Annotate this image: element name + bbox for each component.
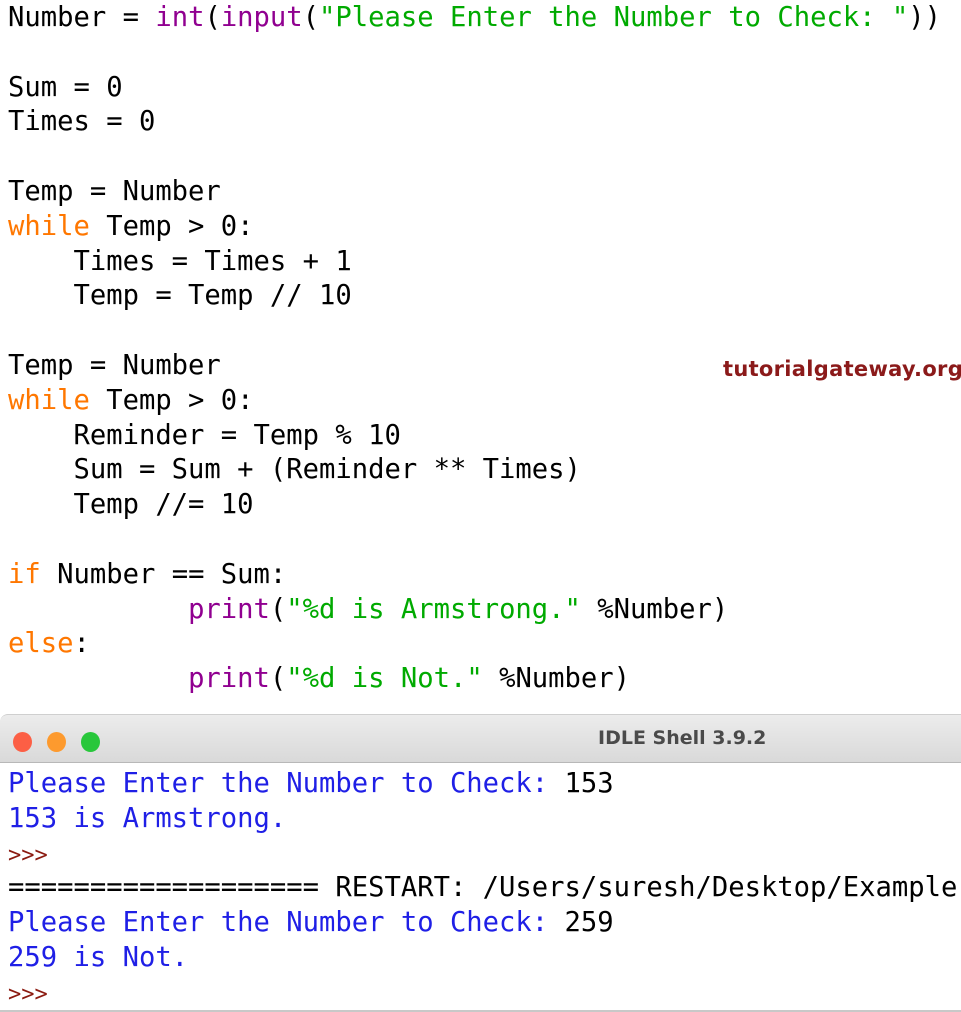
token: )) — [908, 2, 941, 33]
token: : — [73, 628, 89, 659]
token: "Please Enter the Number to Check: " — [319, 2, 908, 33]
token — [8, 594, 188, 625]
token: %Number) — [581, 594, 728, 625]
code-line: if Number == Sum: — [8, 558, 941, 593]
token: while — [8, 211, 90, 242]
token: ( — [204, 2, 220, 33]
code-line — [8, 36, 941, 71]
token: 259 — [565, 907, 614, 938]
token: Times = Times + 1 — [8, 246, 352, 277]
code-line: Temp //= 10 — [8, 488, 941, 523]
code-line: Temp = Temp // 10 — [8, 279, 941, 314]
code-line: Sum = 0 — [8, 71, 941, 106]
token: Number = — [8, 2, 155, 33]
shell-line: Please Enter the Number to Check: 259 — [8, 905, 957, 940]
code-line: while Temp > 0: — [8, 384, 941, 419]
token: 153 is Armstrong. — [8, 803, 286, 834]
title-bar[interactable]: IDLE Shell 3.9.2 — [0, 714, 961, 763]
token: 259 is Not. — [8, 942, 188, 973]
token: Please Enter the Number to Check: — [8, 907, 565, 938]
zoom-window-button[interactable] — [81, 732, 100, 752]
shell-line: >>> — [8, 836, 957, 871]
token: "%d is Armstrong." — [286, 594, 581, 625]
token: Temp //= 10 — [8, 489, 254, 520]
token: Temp > 0: — [90, 211, 254, 242]
token: Times = 0 — [8, 106, 155, 137]
token: %Number) — [483, 663, 630, 694]
idle-shell-window: IDLE Shell 3.9.2 Please Enter the Number… — [0, 714, 961, 1012]
close-window-button[interactable] — [13, 732, 32, 752]
shell-output[interactable]: Please Enter the Number to Check: 153153… — [8, 766, 957, 1010]
watermark-logo: tutorialgateway.org — [723, 357, 961, 381]
token: Sum = Sum + (Reminder ** Times) — [8, 454, 581, 485]
shell-line: 153 is Armstrong. — [8, 801, 957, 836]
code-line — [8, 523, 941, 558]
token: Temp = Number — [8, 350, 221, 381]
code-line: Reminder = Temp % 10 — [8, 419, 941, 454]
token: ( — [270, 663, 286, 694]
token: Sum = 0 — [8, 72, 123, 103]
code-line: Temp = Number — [8, 175, 941, 210]
shell-line: 259 is Not. — [8, 940, 957, 975]
shell-line: >>> — [8, 975, 957, 1010]
code-line — [8, 314, 941, 349]
code-line: Times = 0 — [8, 105, 941, 140]
code-line: print("%d is Armstrong." %Number) — [8, 593, 941, 628]
token: Temp > 0: — [90, 385, 254, 416]
token: print — [188, 594, 270, 625]
token: while — [8, 385, 90, 416]
code-line: else: — [8, 627, 941, 662]
code-editor[interactable]: Number = int(input("Please Enter the Num… — [8, 1, 941, 697]
window-title: IDLE Shell 3.9.2 — [598, 727, 766, 749]
shell-line: =================== RESTART: /Users/sure… — [8, 870, 957, 905]
code-line: Number = int(input("Please Enter the Num… — [8, 1, 941, 36]
prompt-text: >>> — [8, 982, 48, 1007]
code-line: while Temp > 0: — [8, 210, 941, 245]
token — [8, 663, 188, 694]
token: "%d is Not." — [286, 663, 482, 694]
token: ( — [303, 2, 319, 33]
token: print — [188, 663, 270, 694]
shell-line: Please Enter the Number to Check: 153 — [8, 766, 957, 801]
code-line: Sum = Sum + (Reminder ** Times) — [8, 453, 941, 488]
token: Reminder = Temp % 10 — [8, 420, 401, 451]
code-line: print("%d is Not." %Number) — [8, 662, 941, 697]
prompt-text: >>> — [8, 843, 48, 868]
code-line: Times = Times + 1 — [8, 245, 941, 280]
code-line — [8, 140, 941, 175]
token: 153 — [565, 768, 614, 799]
token: Temp = Number — [8, 176, 221, 207]
token: else — [8, 628, 73, 659]
token: if — [8, 559, 41, 590]
token: ( — [270, 594, 286, 625]
minimize-window-button[interactable] — [47, 732, 66, 752]
token: Temp = Temp // 10 — [8, 280, 352, 311]
token: input — [221, 2, 303, 33]
token: int — [155, 2, 204, 33]
token: Please Enter the Number to Check: — [8, 768, 565, 799]
token: Number == Sum: — [41, 559, 287, 590]
token: =================== RESTART: /Users/sure… — [8, 872, 957, 903]
